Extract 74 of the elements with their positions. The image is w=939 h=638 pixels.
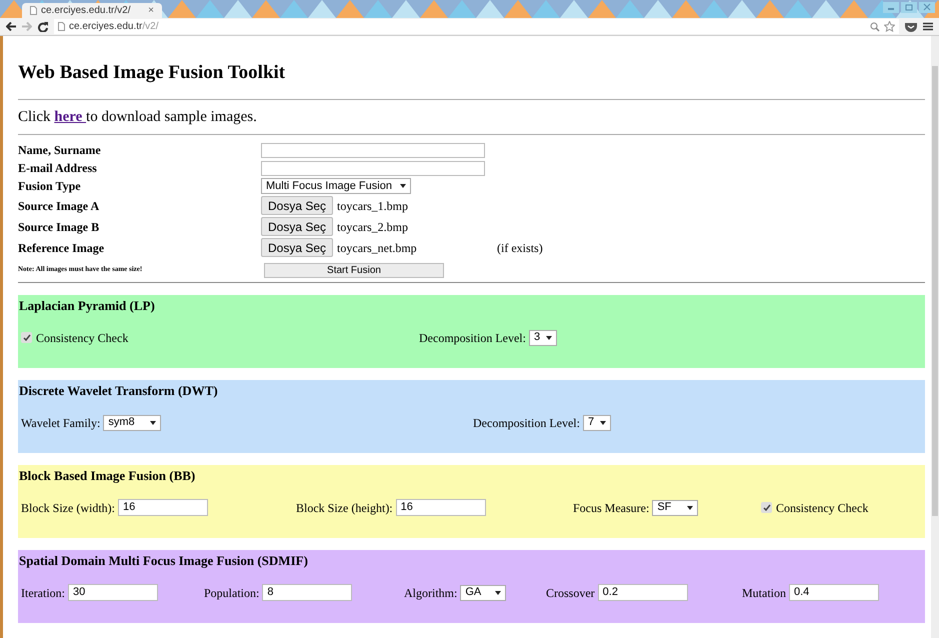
text-field[interactable]: 0.2	[598, 584, 688, 601]
page-title: Web Based Image Fusion Toolkit	[18, 61, 286, 85]
file-name: toycars_net.bmp	[337, 240, 418, 256]
choose-file-button[interactable]: Dosya Seç	[261, 238, 334, 257]
tab-title: ce.erciyes.edu.tr/v2/	[41, 4, 130, 18]
start-fusion-button[interactable]: Start Fusion	[264, 263, 444, 278]
caret-icon	[150, 420, 156, 424]
browser-tab[interactable]: ce.erciyes.edu.tr/v2/ ×	[22, 3, 162, 18]
caret-icon	[600, 420, 606, 424]
text-field[interactable]	[261, 142, 485, 158]
dropdown[interactable]: 7	[582, 414, 611, 430]
text-field[interactable]	[261, 160, 485, 176]
reload-icon[interactable]	[38, 22, 48, 32]
star-icon[interactable]	[884, 21, 895, 32]
close-icon[interactable]	[919, 2, 935, 13]
dropdown[interactable]: GA	[460, 584, 506, 600]
field-label: Decomposition Level:	[419, 330, 526, 346]
caret-icon	[400, 184, 406, 188]
check-icon	[22, 334, 30, 342]
pocket-icon[interactable]	[905, 22, 917, 32]
caret-icon	[495, 590, 502, 594]
caret-icon	[687, 506, 694, 510]
section-title: Block Based Image Fusion (BB)	[19, 468, 196, 484]
url-text: ce.erciyes.edu.tr/v2/	[69, 20, 158, 34]
zoom-icon[interactable]	[870, 22, 880, 32]
field-label: Iteration:	[21, 584, 65, 602]
tab-close-button[interactable]: ×	[148, 3, 154, 18]
menu-icon[interactable]	[923, 22, 933, 31]
back-icon[interactable]	[6, 22, 16, 31]
file-name: toycars_1.bmp	[337, 198, 410, 214]
minimize-icon[interactable]	[883, 2, 899, 13]
field-label: Decomposition Level:	[473, 414, 580, 432]
field-label: Block Size (height):	[296, 500, 393, 516]
field-label: Mutation	[742, 584, 786, 602]
choose-file-button[interactable]: Dosya Seç	[261, 217, 334, 236]
check-icon	[762, 504, 770, 512]
file-name: toycars_2.bmp	[337, 218, 410, 236]
text-field[interactable]: 16	[118, 499, 208, 516]
field-label: Population:	[204, 584, 260, 602]
maximize-icon[interactable]	[901, 2, 917, 13]
dropdown[interactable]: sym8	[103, 414, 162, 430]
choose-file-button[interactable]: Dosya Seç	[261, 196, 334, 215]
checkbox[interactable]	[21, 332, 32, 343]
section-title: Discrete Wavelet Transform (DWT)	[19, 382, 219, 398]
text-field[interactable]: 0.4	[789, 584, 879, 601]
checkbox-label: Consistency Check	[36, 330, 128, 346]
caret-icon	[546, 336, 552, 340]
field-label: Wavelet Family:	[21, 414, 100, 432]
dropdown[interactable]: SF	[652, 500, 698, 516]
form-label: Reference Image	[18, 240, 106, 256]
download-link[interactable]: here	[54, 109, 86, 125]
address-bar[interactable]: ce.erciyes.edu.tr/v2/	[54, 19, 899, 34]
form-label: Fusion Type	[18, 178, 82, 194]
text-field[interactable]: 16	[396, 499, 486, 516]
page-icon	[30, 6, 37, 15]
checkbox[interactable]	[761, 502, 772, 513]
text-field[interactable]: 8	[262, 584, 352, 601]
form-label: Source Image A	[18, 198, 100, 214]
field-label: Algorithm:	[404, 584, 458, 602]
field-label: Focus Measure:	[573, 500, 650, 516]
section-title: Spatial Domain Multi Focus Image Fusion (SDMIF)	[19, 552, 309, 568]
form-label: Source Image B	[18, 218, 100, 234]
dropdown[interactable]: 3	[528, 330, 557, 346]
field-hint: (if exists)	[497, 240, 543, 256]
form-label: E-mail Address	[18, 160, 98, 176]
section-title: Laplacian Pyramid (LP)	[19, 298, 156, 314]
page-icon	[58, 22, 65, 31]
field-label: Block Size (width):	[21, 500, 115, 516]
checkbox-label: Consistency Check	[776, 500, 868, 516]
intro-text: Click here to download sample images.	[18, 108, 258, 126]
form-label: Name, Surname	[18, 142, 102, 158]
text-field[interactable]: 30	[68, 584, 158, 601]
dropdown[interactable]: Multi Focus Image Fusion	[261, 178, 411, 194]
field-label: Crossover	[546, 584, 595, 602]
